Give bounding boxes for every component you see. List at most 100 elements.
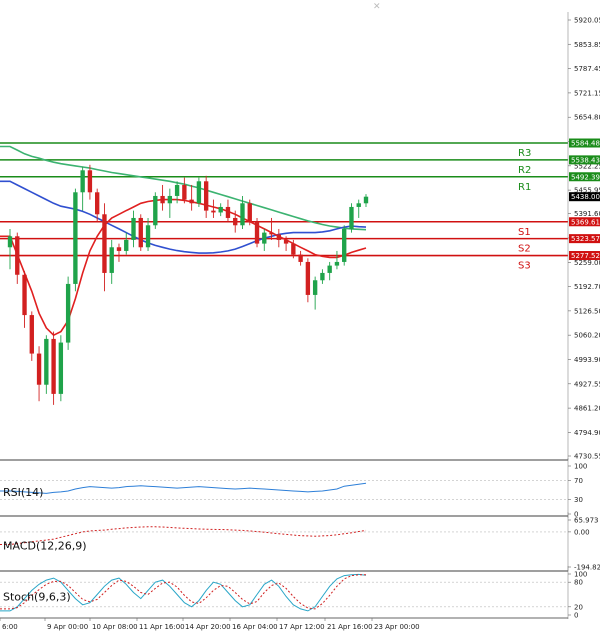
candle-body xyxy=(87,170,93,193)
candle-body xyxy=(65,283,71,343)
candle-body xyxy=(327,265,332,273)
price-tick-label: 5853.85 xyxy=(574,41,600,49)
close-icon[interactable]: ✕ xyxy=(373,2,381,12)
candle-body xyxy=(109,247,114,273)
price-tick-label: 5721.15 xyxy=(574,89,600,97)
level-name-r2: R2 xyxy=(518,165,531,176)
price-tick-label: 5192.70 xyxy=(574,283,600,291)
price-tick-label: 4794.90 xyxy=(574,429,600,437)
candle xyxy=(247,199,252,226)
candle-body xyxy=(44,338,49,385)
price-tick-label: 4861.20 xyxy=(574,405,600,413)
candle-body xyxy=(269,232,274,235)
indicator-tick-label: 80 xyxy=(574,579,583,587)
time-tick-label: 17 Apr 12:00 xyxy=(279,623,325,631)
candle xyxy=(65,276,71,350)
candle-body xyxy=(22,274,27,316)
candle-body xyxy=(131,217,136,240)
stoch-label: Stoch(9,6,3) xyxy=(3,591,71,604)
time-tick-label: 14 Apr 20:00 xyxy=(185,623,231,631)
candle-body xyxy=(342,228,347,262)
candle-body xyxy=(116,247,122,251)
level-price-label: 5369.61 xyxy=(571,218,600,226)
level-price-label: 5323.57 xyxy=(571,235,600,243)
candle-body xyxy=(225,206,231,218)
candle-body xyxy=(160,195,165,204)
rsi-label: RSI(14) xyxy=(3,486,43,499)
level-price-label: 5584.48 xyxy=(571,140,600,148)
candle-body xyxy=(167,195,173,204)
price-tick-label: 4993.90 xyxy=(574,356,600,364)
time-tick-label: 16 Apr 04:00 xyxy=(232,623,278,631)
candle-body xyxy=(233,217,238,226)
indicator-tick-label: 100 xyxy=(574,463,587,471)
candle xyxy=(138,214,143,251)
candle xyxy=(51,331,56,405)
candle-body xyxy=(51,338,56,394)
candle xyxy=(29,311,34,361)
candle xyxy=(254,217,260,248)
chart-svg: 5920.055853.855787.455721.155654.805588.… xyxy=(0,0,600,635)
candle-body xyxy=(153,195,158,226)
candle-body xyxy=(247,203,252,222)
candle-body xyxy=(7,236,13,248)
indicator-tick-label: 0 xyxy=(574,612,578,620)
candle-body xyxy=(196,181,202,204)
indicator-tick-label: 70 xyxy=(574,477,583,485)
candle xyxy=(349,203,354,233)
candle xyxy=(73,188,78,292)
time-tick-label: 6:00 xyxy=(2,623,18,631)
candle-body xyxy=(349,206,354,229)
current-price-label: 5438.00 xyxy=(571,193,600,201)
candle-body xyxy=(102,214,107,273)
candle-body xyxy=(240,203,245,226)
level-name-r1: R1 xyxy=(518,182,531,193)
candle-body xyxy=(218,206,223,213)
level-name-r3: R3 xyxy=(518,148,531,159)
indicator-tick-label: 20 xyxy=(574,603,583,611)
time-tick-label: 11 Apr 16:00 xyxy=(139,623,185,631)
price-tick-label: 5787.45 xyxy=(574,65,600,73)
candle-body xyxy=(124,239,129,251)
indicator-tick-label: 0.00 xyxy=(574,528,590,536)
candle-body xyxy=(73,192,78,284)
level-name-s3: S3 xyxy=(518,261,531,272)
price-tick-label: 5920.05 xyxy=(574,17,600,25)
candle-body xyxy=(80,170,85,193)
candle-body xyxy=(29,315,34,354)
candle xyxy=(342,225,347,266)
time-tick-label: 10 Apr 08:00 xyxy=(92,623,138,631)
level-name-s1: S1 xyxy=(518,227,531,238)
candle-body xyxy=(291,243,296,255)
price-tick-label: 5391.60 xyxy=(574,210,600,218)
level-price-label: 5538.43 xyxy=(571,156,600,164)
candle-body xyxy=(298,254,303,262)
time-tick-label: 23 Apr 00:00 xyxy=(374,623,420,631)
price-tick-label: 5654.80 xyxy=(574,114,600,122)
candle-body xyxy=(174,184,180,196)
indicator-tick-label: 30 xyxy=(574,496,583,504)
candle-body xyxy=(320,272,325,281)
candle-body xyxy=(211,210,216,213)
macd-label: MACD(12,26,9) xyxy=(3,540,87,553)
indicator-tick-label: 65.973 xyxy=(574,517,599,525)
price-tick-label: 4730.55 xyxy=(574,453,600,461)
candle xyxy=(58,335,64,402)
price-tick-label: 4927.55 xyxy=(574,380,600,388)
candle-body xyxy=(305,261,311,295)
candle-body xyxy=(283,239,289,244)
indicator-tick-label: 100 xyxy=(574,571,587,579)
candle-body xyxy=(312,280,318,295)
candle-body xyxy=(262,232,267,244)
candle-body xyxy=(363,196,369,204)
time-tick-label: 9 Apr 00:00 xyxy=(47,623,88,631)
candle-body xyxy=(189,199,194,204)
candle-body xyxy=(138,217,143,248)
chart-background xyxy=(0,0,600,635)
candle xyxy=(153,192,158,229)
price-tick-label: 5126.50 xyxy=(574,307,600,315)
candle-body xyxy=(356,203,361,207)
candle-body xyxy=(95,192,100,215)
chart-root: 5920.055853.855787.455721.155654.805588.… xyxy=(0,0,600,635)
candle-body xyxy=(15,236,20,275)
